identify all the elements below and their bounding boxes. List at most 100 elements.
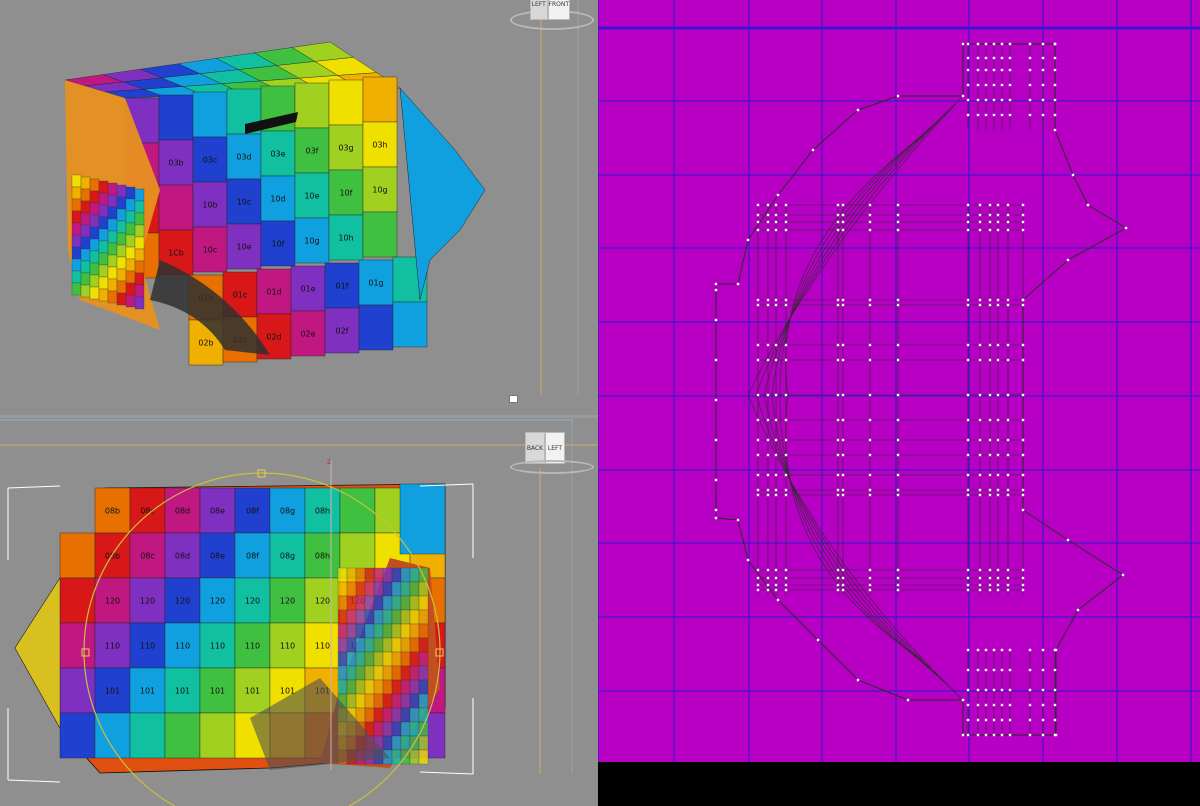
uv-vertex	[841, 213, 845, 217]
perspective-viewport[interactable]: 03b 03c 03d 03e 03f 03g 03h 10b 10c 10d 10e 10f 10g 1…	[0, 0, 598, 415]
mesh-cutout-cell	[391, 567, 402, 583]
viewcube[interactable]: LEFT FRONT	[530, 0, 570, 20]
uv-vertex	[976, 113, 980, 117]
mesh-cutout-cell	[364, 637, 375, 653]
mesh-side-cell	[71, 210, 82, 224]
uv-vertex	[996, 583, 1000, 587]
uv-cell-label: 10b	[202, 201, 217, 210]
uv-vertex	[714, 282, 718, 286]
uv-cell-label: 08g	[280, 552, 295, 561]
uv-cell-label: 120	[245, 597, 260, 606]
uv-vertex	[1000, 68, 1004, 72]
mesh-side-cell	[107, 290, 118, 304]
uv-vertex	[766, 418, 770, 422]
uv-vertex	[836, 438, 840, 442]
uv-vertex	[841, 568, 845, 572]
uv-vertex	[1021, 228, 1025, 232]
uv-vertex	[992, 648, 996, 652]
uv-vertex	[976, 718, 980, 722]
uv-vertex	[841, 588, 845, 592]
mesh-cutout-cell	[418, 651, 429, 667]
uv-vertex	[966, 358, 970, 362]
uv-vertex	[1021, 393, 1025, 397]
viewcube-ring[interactable]	[510, 460, 594, 474]
uv-vertex	[841, 418, 845, 422]
uv-vertex	[896, 576, 900, 580]
mesh-cutout-cell	[382, 623, 393, 639]
uv-vertex	[966, 703, 970, 707]
mesh-cutout-cell	[355, 665, 366, 681]
mesh-side-cell	[134, 248, 145, 262]
uv-vertex	[836, 220, 840, 224]
uv-vertex	[966, 303, 970, 307]
uv-vertex	[996, 488, 1000, 492]
mesh-cutout-cell	[400, 567, 411, 583]
uv-vertex	[978, 228, 982, 232]
mesh-side-cell	[107, 254, 118, 268]
uv-vertex	[1041, 113, 1045, 117]
uv-vertex	[988, 393, 992, 397]
uv-vertex	[841, 488, 845, 492]
uv-vertex	[774, 453, 778, 457]
mesh-cutout-cell	[373, 721, 384, 737]
viewcube-face-left[interactable]: LEFT	[530, 0, 548, 20]
uv-vertex	[774, 418, 778, 422]
mesh-cutout-cell	[337, 567, 348, 583]
mesh-side-cell	[71, 270, 82, 284]
uv-vertex	[896, 583, 900, 587]
uv-vertex	[978, 473, 982, 477]
mesh-cutout-cell	[409, 609, 420, 625]
uv-vertex	[1008, 42, 1012, 46]
uv-vertex	[766, 473, 770, 477]
viewcube-face-front[interactable]: FRONT	[547, 0, 570, 20]
uv-vertex	[1028, 83, 1032, 87]
uv-cell-label: 101	[245, 687, 260, 696]
uv-vertex	[984, 718, 988, 722]
mesh-side-cell	[98, 288, 109, 302]
uv-vertex	[896, 358, 900, 362]
mesh-cutout-cell	[418, 735, 429, 751]
uv-vertex	[714, 438, 718, 442]
mesh-cutout-cell	[418, 721, 429, 737]
uv-vertex	[1054, 648, 1058, 652]
uv-vertex	[966, 438, 970, 442]
uv-vertex	[996, 220, 1000, 224]
mesh-side-cell	[89, 226, 100, 240]
uv-editor-canvas[interactable]	[598, 0, 1200, 806]
uv-vertex	[1008, 98, 1012, 102]
mesh-cutout-cell	[355, 707, 366, 723]
mesh-cutout-cell	[409, 623, 420, 639]
mesh-side-cell	[80, 212, 91, 226]
mesh-cutout-cell	[391, 609, 402, 625]
mesh-side-cell	[116, 256, 127, 270]
uv-vertex	[966, 583, 970, 587]
uv-vertex	[996, 576, 1000, 580]
uv-vertex	[984, 98, 988, 102]
mesh-cutout-cell	[373, 609, 384, 625]
uv-vertex	[1006, 583, 1010, 587]
mesh-front-cell	[358, 304, 394, 351]
mesh-side-cell	[71, 222, 82, 236]
uv-cell-label: 08h	[315, 552, 330, 561]
uv-cell-label: 120	[210, 597, 225, 606]
uv-vertex	[1008, 703, 1012, 707]
uv-cell-label: 08f	[246, 507, 259, 516]
uv-vertex	[766, 488, 770, 492]
uv-vertex	[992, 42, 996, 46]
uv-vertex	[841, 358, 845, 362]
mesh-cutout-cell	[400, 623, 411, 639]
left-viewport[interactable]: 08b 08c 08d 08e 08f 08g 08h 08b 08c 08d 08e 08f 08g 0…	[0, 418, 598, 806]
mesh-front-cell	[362, 211, 398, 258]
mesh-cutout-cell	[346, 623, 357, 639]
uv-cell-label: 02b	[198, 339, 213, 348]
uv-vertex	[868, 343, 872, 347]
mesh-side-cell	[89, 190, 100, 204]
mesh-side-cell	[107, 182, 118, 196]
uv-vertex	[996, 203, 1000, 207]
mesh-cutout-cell	[346, 679, 357, 695]
uv-vertex	[896, 438, 900, 442]
mesh-cutout-cell	[337, 637, 348, 653]
mesh-side-cell	[134, 188, 145, 202]
uv-vertex	[1053, 128, 1057, 132]
uv-vertex	[836, 453, 840, 457]
